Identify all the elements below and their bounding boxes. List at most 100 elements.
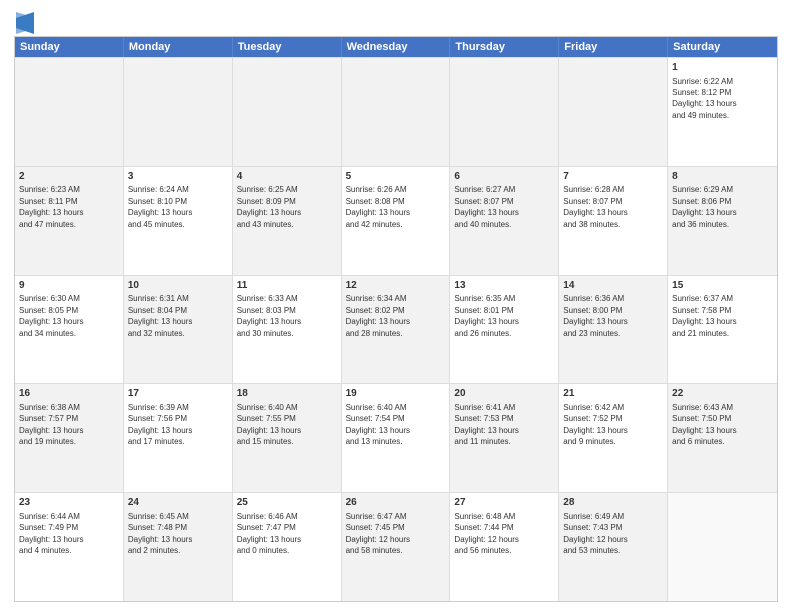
calendar-body: 1 Sunrise: 6:22 AM Sunset: 8:12 PM Daylig… [15,57,777,601]
day-number: 10 [128,279,228,293]
week-2: 2Sunrise: 6:23 AM Sunset: 8:11 PM Daylig… [15,166,777,275]
day-number: 1 [672,61,773,75]
header-day-monday: Monday [124,37,233,57]
header-day-friday: Friday [559,37,668,57]
cell-info: Sunrise: 6:45 AM Sunset: 7:48 PM Dayligh… [128,512,192,555]
cal-cell: 3Sunrise: 6:24 AM Sunset: 8:10 PM Daylig… [124,167,233,275]
cell-info: Sunrise: 6:49 AM Sunset: 7:43 PM Dayligh… [563,512,627,555]
day-number: 8 [672,170,773,184]
day-number: 16 [19,387,119,401]
cal-cell: 1 Sunrise: 6:22 AM Sunset: 8:12 PM Daylig… [668,58,777,166]
cal-cell: 13Sunrise: 6:35 AM Sunset: 8:01 PM Dayli… [450,276,559,384]
cell-info: Sunrise: 6:27 AM Sunset: 8:07 PM Dayligh… [454,185,518,228]
cal-cell: 19 Sunrise: 6:40 AM Sunset: 7:54 PM Dayli… [342,384,451,492]
cal-cell: 12Sunrise: 6:34 AM Sunset: 8:02 PM Dayli… [342,276,451,384]
cal-cell [342,58,451,166]
day-number: 17 [128,387,228,401]
day-number: 21 [563,387,663,401]
cal-cell: 7Sunrise: 6:28 AM Sunset: 8:07 PM Daylig… [559,167,668,275]
cell-info: Sunrise: 6:40 AM Sunset: 7:54 PM Dayligh… [346,403,410,446]
cell-info: Sunrise: 6:29 AM Sunset: 8:06 PM Dayligh… [672,185,736,228]
week-1: 1 Sunrise: 6:22 AM Sunset: 8:12 PM Daylig… [15,57,777,166]
day-number: 5 [346,170,446,184]
day-number: 22 [672,387,773,401]
week-4: 16 Sunrise: 6:38 AM Sunset: 7:57 PM Dayli… [15,383,777,492]
cal-cell: 11Sunrise: 6:33 AM Sunset: 8:03 PM Dayli… [233,276,342,384]
day-number: 18 [237,387,337,401]
calendar-header: SundayMondayTuesdayWednesdayThursdayFrid… [15,37,777,57]
cal-cell [559,58,668,166]
logo [14,14,34,34]
cal-cell: 14Sunrise: 6:36 AM Sunset: 8:00 PM Dayli… [559,276,668,384]
day-number: 20 [454,387,554,401]
cell-info: Sunrise: 6:42 AM Sunset: 7:52 PM Dayligh… [563,403,627,446]
cal-cell [124,58,233,166]
cal-cell: 28Sunrise: 6:49 AM Sunset: 7:43 PM Dayli… [559,493,668,601]
cal-cell: 4Sunrise: 6:25 AM Sunset: 8:09 PM Daylig… [233,167,342,275]
cell-info: Sunrise: 6:31 AM Sunset: 8:04 PM Dayligh… [128,294,192,337]
cal-cell: 25Sunrise: 6:46 AM Sunset: 7:47 PM Dayli… [233,493,342,601]
cell-info: Sunrise: 6:48 AM Sunset: 7:44 PM Dayligh… [454,512,518,555]
cal-cell: 22 Sunrise: 6:43 AM Sunset: 7:50 PM Dayli… [668,384,777,492]
cell-info: Sunrise: 6:34 AM Sunset: 8:02 PM Dayligh… [346,294,410,337]
header-day-wednesday: Wednesday [342,37,451,57]
cell-info: Sunrise: 6:36 AM Sunset: 8:00 PM Dayligh… [563,294,627,337]
cal-cell [15,58,124,166]
day-number: 14 [563,279,663,293]
cal-cell: 6Sunrise: 6:27 AM Sunset: 8:07 PM Daylig… [450,167,559,275]
cell-info: Sunrise: 6:24 AM Sunset: 8:10 PM Dayligh… [128,185,192,228]
cell-info: Sunrise: 6:47 AM Sunset: 7:45 PM Dayligh… [346,512,410,555]
cal-cell: 27 Sunrise: 6:48 AM Sunset: 7:44 PM Dayli… [450,493,559,601]
cal-cell: 23 Sunrise: 6:44 AM Sunset: 7:49 PM Dayli… [15,493,124,601]
day-number: 2 [19,170,119,184]
cal-cell: 21 Sunrise: 6:42 AM Sunset: 7:52 PM Dayli… [559,384,668,492]
cell-info: Sunrise: 6:38 AM Sunset: 7:57 PM Dayligh… [19,403,83,446]
cell-info: Sunrise: 6:37 AM Sunset: 7:58 PM Dayligh… [672,294,736,337]
cal-cell: 20 Sunrise: 6:41 AM Sunset: 7:53 PM Dayli… [450,384,559,492]
day-number: 27 [454,496,554,510]
cell-info: Sunrise: 6:30 AM Sunset: 8:05 PM Dayligh… [19,294,83,337]
cal-cell: 15Sunrise: 6:37 AM Sunset: 7:58 PM Dayli… [668,276,777,384]
cal-cell: 16 Sunrise: 6:38 AM Sunset: 7:57 PM Dayli… [15,384,124,492]
cell-info: Sunrise: 6:22 AM Sunset: 8:12 PM Dayligh… [672,77,736,120]
day-number: 6 [454,170,554,184]
cell-info: Sunrise: 6:23 AM Sunset: 8:11 PM Dayligh… [19,185,83,228]
cell-info: Sunrise: 6:44 AM Sunset: 7:49 PM Dayligh… [19,512,83,555]
day-number: 15 [672,279,773,293]
page: SundayMondayTuesdayWednesdayThursdayFrid… [0,0,792,612]
cal-cell: 17Sunrise: 6:39 AM Sunset: 7:56 PM Dayli… [124,384,233,492]
day-number: 3 [128,170,228,184]
cell-info: Sunrise: 6:41 AM Sunset: 7:53 PM Dayligh… [454,403,518,446]
cal-cell: 8Sunrise: 6:29 AM Sunset: 8:06 PM Daylig… [668,167,777,275]
cell-info: Sunrise: 6:40 AM Sunset: 7:55 PM Dayligh… [237,403,301,446]
cal-cell: 2Sunrise: 6:23 AM Sunset: 8:11 PM Daylig… [15,167,124,275]
cal-cell: 5Sunrise: 6:26 AM Sunset: 8:08 PM Daylig… [342,167,451,275]
cell-info: Sunrise: 6:26 AM Sunset: 8:08 PM Dayligh… [346,185,410,228]
day-number: 23 [19,496,119,510]
header-day-saturday: Saturday [668,37,777,57]
cal-cell: 18 Sunrise: 6:40 AM Sunset: 7:55 PM Dayli… [233,384,342,492]
cal-cell [668,493,777,601]
cell-info: Sunrise: 6:43 AM Sunset: 7:50 PM Dayligh… [672,403,736,446]
day-number: 12 [346,279,446,293]
cal-cell: 10Sunrise: 6:31 AM Sunset: 8:04 PM Dayli… [124,276,233,384]
week-3: 9Sunrise: 6:30 AM Sunset: 8:05 PM Daylig… [15,275,777,384]
cal-cell: 9Sunrise: 6:30 AM Sunset: 8:05 PM Daylig… [15,276,124,384]
calendar: SundayMondayTuesdayWednesdayThursdayFrid… [14,36,778,602]
cell-info: Sunrise: 6:28 AM Sunset: 8:07 PM Dayligh… [563,185,627,228]
cal-cell [450,58,559,166]
day-number: 19 [346,387,446,401]
cal-cell [233,58,342,166]
day-number: 9 [19,279,119,293]
day-number: 11 [237,279,337,293]
header-day-tuesday: Tuesday [233,37,342,57]
header-day-thursday: Thursday [450,37,559,57]
week-5: 23 Sunrise: 6:44 AM Sunset: 7:49 PM Dayli… [15,492,777,601]
cell-info: Sunrise: 6:46 AM Sunset: 7:47 PM Dayligh… [237,512,301,555]
cell-info: Sunrise: 6:33 AM Sunset: 8:03 PM Dayligh… [237,294,301,337]
cal-cell: 26Sunrise: 6:47 AM Sunset: 7:45 PM Dayli… [342,493,451,601]
cal-cell: 24Sunrise: 6:45 AM Sunset: 7:48 PM Dayli… [124,493,233,601]
day-number: 4 [237,170,337,184]
header-day-sunday: Sunday [15,37,124,57]
day-number: 7 [563,170,663,184]
